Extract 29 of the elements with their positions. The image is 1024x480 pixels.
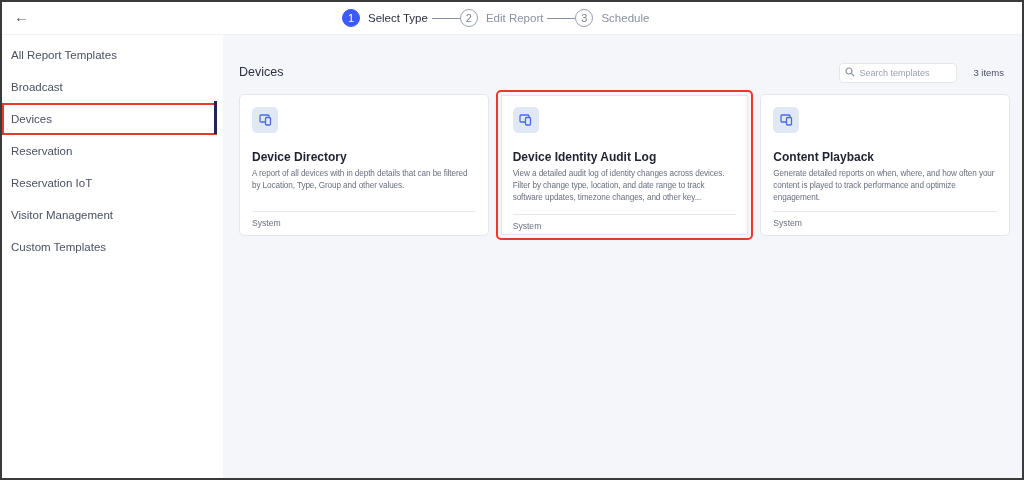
sidebar-item[interactable]: Reservation [2,135,223,167]
back-arrow-icon[interactable]: ← [14,8,29,25]
sidebar-item[interactable]: Reservation IoT [2,167,223,199]
card-title: Content Playback [773,150,876,164]
sidebar-item[interactable]: Broadcast [2,71,223,103]
search-field[interactable]: Search templates [839,63,958,83]
sidebar-item[interactable]: All Report Templates [2,39,223,71]
card-description: View a detailed audit log of identity changes across devices. Filter by change type, location, and date range to track software updates, timezone changes, and other key... [512,168,726,204]
step-number: 1 [342,9,360,27]
card-footer: System [512,214,737,238]
card-title: Device Directory [252,150,348,164]
devices-icon [773,107,800,133]
devices-icon [252,107,278,133]
sidebar-item[interactable]: Visitor Management [2,199,223,231]
template-card[interactable] [495,90,754,240]
step-label[interactable]: Select Type [368,12,428,24]
devices-icon [512,107,539,133]
card-description: Generate detailed reports on when, where, and how often your content is played to track performance and optimize engagement. [773,168,996,204]
template-card[interactable]: Content Playback Generate detailed reports on when, where, and how often your content is played to track performance and optimize engagement. System [760,94,1010,236]
card-footer: System [252,211,476,235]
card-title: Device Identity Audit Log [512,150,658,164]
item-count: 3 items [973,66,1004,78]
template-card[interactable]: Device Directory A report of all devices with in depth details that can be filtered by Location, Type, Group and other values. System [239,94,489,236]
card-description: A report of all devices with in depth details that can be filtered by Location, Type, Group and other values. [252,168,469,192]
card-footer: System [773,211,997,235]
search-icon [845,67,856,77]
sidebar-item[interactable]: Devices [2,103,217,135]
section-title: Devices [239,65,285,79]
sidebar-item[interactable]: Custom Templates [2,231,223,263]
